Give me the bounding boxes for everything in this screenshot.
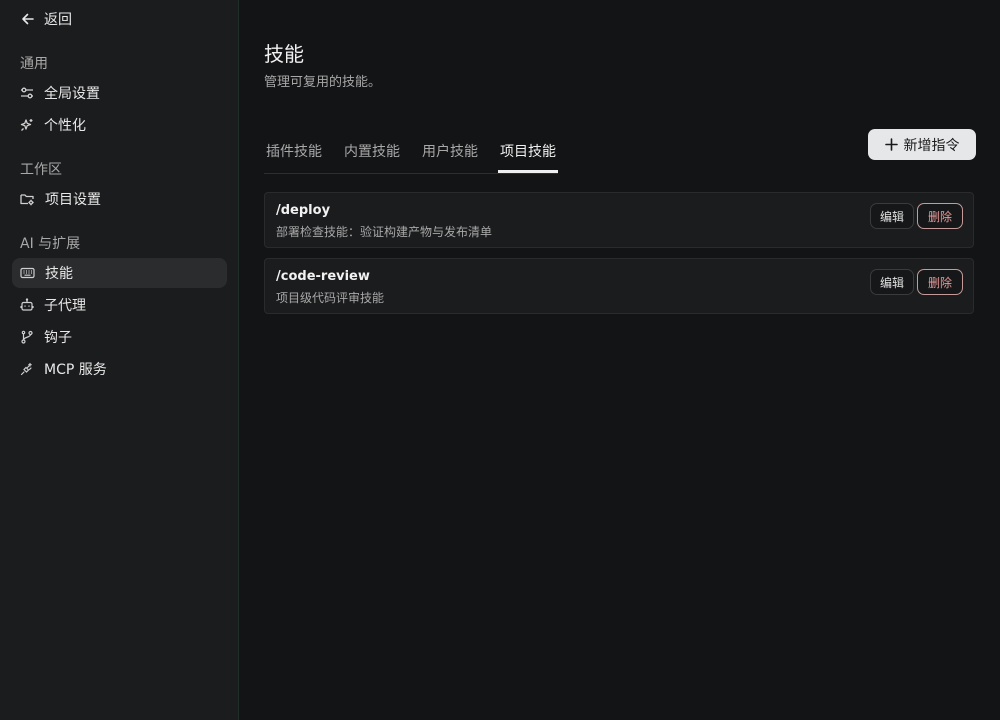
sidebar-item-label: MCP 服务 (44, 362, 107, 378)
add-command-label: 新增指令 (903, 137, 960, 154)
sidebar-item-label: 钩子 (44, 330, 72, 346)
tab-bar: 插件技能 内置技能 用户技能 项目技能 (264, 128, 558, 174)
plug-icon (20, 362, 32, 376)
sliders-icon (21, 87, 33, 99)
sidebar: 返回 通用 全局设置 个性化 工作区 项目设置 AI 与扩展 技能 子代理 钩子… (0, 0, 239, 720)
sidebar-item-label: 子代理 (44, 298, 86, 314)
group-title-ai-extensions: AI 与扩展 (20, 236, 81, 252)
delete-button[interactable]: 删除 (917, 269, 963, 295)
sidebar-item-label: 全局设置 (44, 86, 100, 102)
plus-icon (884, 138, 898, 151)
sidebar-item-label: 个性化 (44, 118, 86, 134)
bot-icon (20, 298, 34, 311)
page-title: 技能 (264, 42, 304, 66)
sidebar-item-personalization[interactable]: 个性化 (12, 110, 227, 140)
keyboard-icon (20, 267, 35, 279)
tab-user-skills[interactable]: 用户技能 (420, 128, 480, 173)
skill-card: /deploy 部署检查技能：验证构建产物与发布清单 编辑 删除 (264, 192, 974, 248)
skill-description: 部署检查技能：验证构建产物与发布清单 (276, 225, 493, 239)
main-content: 技能 管理可复用的技能。 插件技能 内置技能 用户技能 项目技能 新增指令 /d… (240, 0, 1000, 720)
add-command-button[interactable]: 新增指令 (868, 129, 976, 160)
tab-plugin-skills[interactable]: 插件技能 (264, 128, 324, 173)
sidebar-item-skills[interactable]: 技能 (12, 258, 227, 288)
sidebar-item-mcp-services[interactable]: MCP 服务 (12, 354, 227, 384)
delete-button[interactable]: 删除 (917, 203, 963, 229)
edit-button[interactable]: 编辑 (870, 269, 914, 295)
edit-button[interactable]: 编辑 (870, 203, 914, 229)
sidebar-item-hooks[interactable]: 钩子 (12, 322, 227, 352)
sidebar-item-subagents[interactable]: 子代理 (12, 290, 227, 320)
sidebar-item-label: 技能 (45, 266, 73, 282)
tab-project-skills[interactable]: 项目技能 (498, 128, 558, 173)
group-title-workspace: 工作区 (20, 162, 62, 178)
group-title-general: 通用 (20, 56, 48, 72)
skill-description: 项目级代码评审技能 (276, 291, 385, 305)
skill-name: /deploy (276, 203, 331, 218)
sidebar-item-label: 项目设置 (45, 192, 101, 208)
git-branch-icon (21, 330, 33, 344)
sidebar-item-project-settings[interactable]: 项目设置 (12, 184, 227, 214)
arrow-left-icon (22, 13, 34, 25)
sidebar-item-global-settings[interactable]: 全局设置 (12, 78, 227, 108)
skill-name: /code-review (276, 269, 370, 284)
back-button[interactable]: 返回 (20, 8, 72, 30)
page-subtitle: 管理可复用的技能。 (264, 75, 382, 90)
sparkle-icon (20, 119, 33, 131)
skill-card: /code-review 项目级代码评审技能 编辑 删除 (264, 258, 974, 314)
tab-builtin-skills[interactable]: 内置技能 (342, 128, 402, 173)
back-label: 返回 (44, 12, 72, 28)
folder-settings-icon (20, 194, 34, 206)
